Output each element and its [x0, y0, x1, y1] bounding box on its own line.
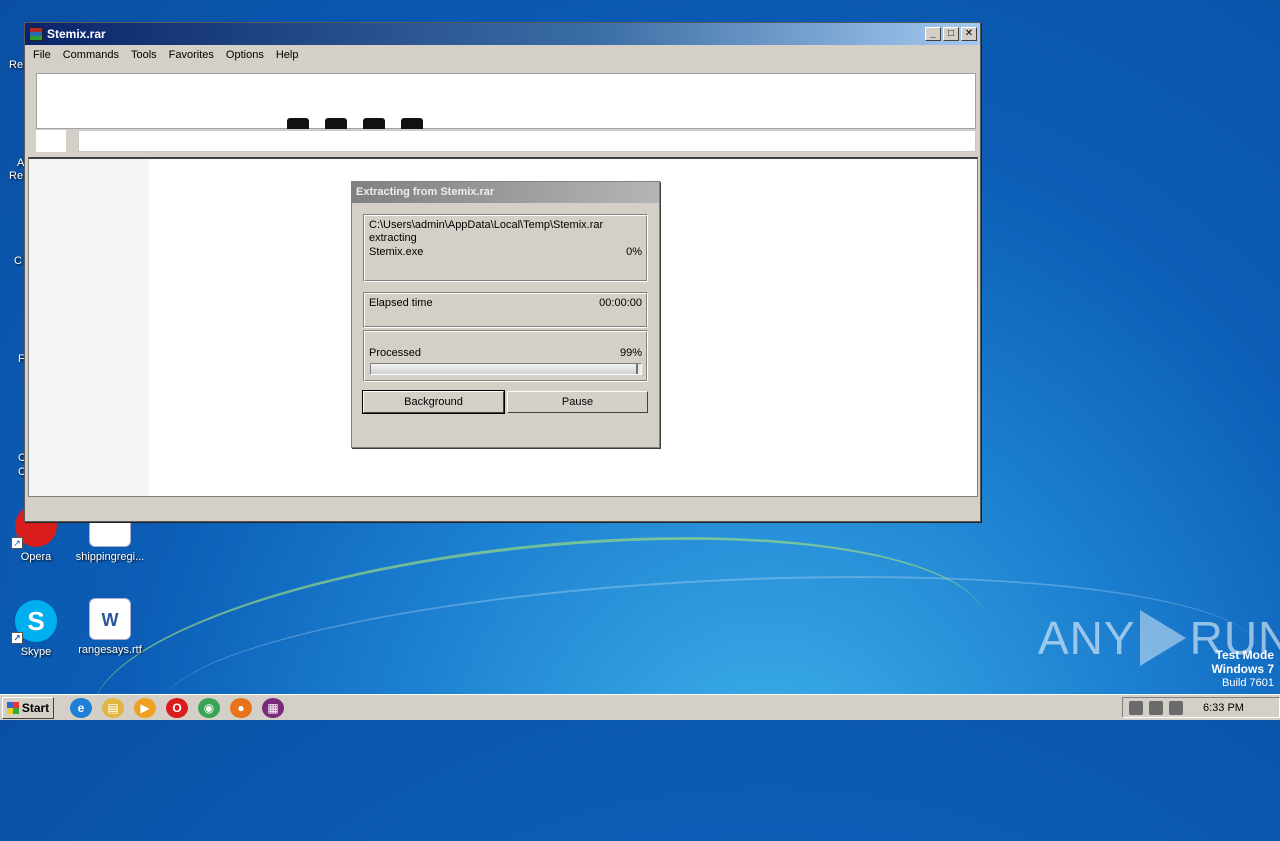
desktop-icon-skype[interactable]: S ↗ Skype	[0, 600, 76, 658]
desktop-icon-label: shippingregi...	[75, 551, 145, 563]
desktop-icon-label: rangesays.rtf	[78, 644, 142, 656]
test-mode-label: Test Mode	[1215, 648, 1274, 662]
taskbar: Start e ▤ ▶ O ◉ ● ▦ 6:33 PM	[0, 694, 1280, 720]
pause-button[interactable]: Pause	[507, 391, 648, 413]
system-tray: 6:33 PM	[1122, 697, 1280, 718]
processed-group: Processed 99%	[363, 330, 648, 382]
archive-path: C:\Users\admin\AppData\Local\Temp\Stemix…	[369, 219, 604, 231]
winrar-icon	[29, 27, 43, 41]
start-button[interactable]: Start	[2, 696, 54, 719]
dialog-title[interactable]: Extracting from Stemix.rar	[352, 182, 659, 203]
address-input[interactable]	[78, 130, 976, 152]
menu-commands[interactable]: Commands	[57, 49, 125, 61]
start-label: Start	[21, 700, 50, 715]
play-icon	[1139, 610, 1186, 666]
volume-icon[interactable]	[1129, 700, 1143, 715]
folder-tree[interactable]	[29, 159, 149, 496]
progress-fill	[371, 364, 639, 374]
desktop-icon-label: Skype	[20, 646, 52, 658]
media-player-icon[interactable]: ▶	[134, 697, 156, 718]
ie-icon[interactable]: e	[70, 697, 92, 718]
window-titlebar[interactable]: Stemix.rar _ □ ✕	[25, 23, 980, 45]
menu-options[interactable]: Options	[220, 49, 270, 61]
clock[interactable]: 6:33 PM	[1203, 702, 1244, 714]
desktop-label-fragment: C	[14, 255, 22, 267]
elapsed-value: 00:00:00	[599, 297, 642, 309]
action-center-flag-icon[interactable]	[1149, 700, 1163, 715]
quick-launch: e ▤ ▶ O ◉ ● ▦	[70, 697, 284, 718]
window-title: Stemix.rar	[47, 27, 106, 41]
explorer-icon[interactable]: ▤	[102, 697, 124, 718]
file-percent: 0%	[626, 246, 642, 258]
menu-file[interactable]: File	[27, 49, 57, 61]
action-label: extracting	[369, 232, 417, 244]
winrar-icon[interactable]: ▦	[262, 697, 284, 718]
up-folder-button[interactable]	[36, 130, 66, 152]
menu-bar: File Commands Tools Favorites Options He…	[25, 45, 980, 65]
close-button[interactable]: ✕	[961, 27, 977, 41]
desktop-label-fragment: Re	[9, 170, 24, 182]
network-icon[interactable]	[1169, 700, 1183, 715]
firefox-icon[interactable]: ●	[230, 697, 252, 718]
elapsed-group: Elapsed time 00:00:00	[363, 292, 648, 328]
desktop-label-fragment: Re	[9, 59, 24, 71]
background-button[interactable]: Background	[362, 390, 505, 414]
desktop-icon-rangesays[interactable]: W rangesays.rtf	[70, 598, 150, 656]
menu-help[interactable]: Help	[270, 49, 305, 61]
os-label: Windows 7	[1211, 662, 1274, 676]
desktop-icon-label: Opera	[20, 551, 52, 563]
windows-logo-icon	[6, 701, 19, 714]
current-file-name: Stemix.exe	[369, 246, 424, 258]
opera-icon[interactable]: O	[166, 697, 188, 718]
status-bar	[25, 497, 980, 521]
file-info-group: C:\Users\admin\AppData\Local\Temp\Stemix…	[363, 214, 648, 282]
toolbar	[36, 73, 976, 130]
extract-dialog: Extracting from Stemix.rar C:\Users\admi…	[351, 181, 660, 448]
menu-tools[interactable]: Tools	[125, 49, 163, 61]
maximize-button[interactable]: □	[943, 27, 959, 41]
build-label: Build 7601	[1222, 677, 1274, 689]
menu-favorites[interactable]: Favorites	[163, 49, 220, 61]
word-document-icon: W	[89, 598, 131, 640]
chrome-icon[interactable]: ◉	[198, 697, 220, 718]
address-bar	[36, 129, 976, 153]
minimize-button[interactable]: _	[925, 27, 941, 41]
processed-value: 99%	[619, 347, 642, 359]
anyrun-brand-left: ANY	[1038, 612, 1136, 664]
processed-progress-bar	[370, 363, 642, 375]
processed-label: Processed	[369, 347, 421, 359]
test-mode-watermark: Test Mode Windows 7 Build 7601	[1211, 648, 1274, 690]
skype-icon: S ↗	[11, 600, 57, 644]
elapsed-label: Elapsed time	[369, 297, 433, 309]
